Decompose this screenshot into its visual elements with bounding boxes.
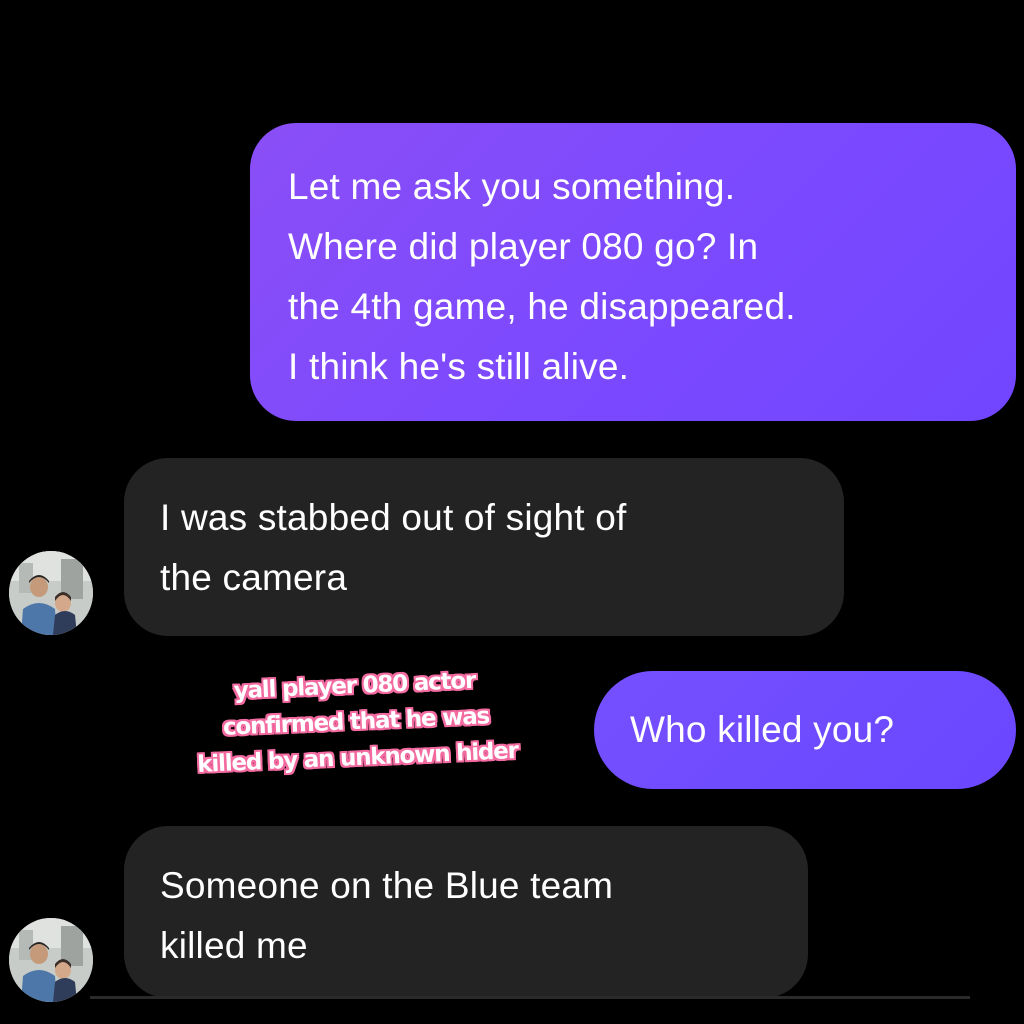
overlay-caption: yall player 080 actor confirmed that he … xyxy=(174,660,538,784)
chat-screen: Let me ask you something. Where did play… xyxy=(0,0,1024,1024)
sent-message-bubble[interactable]: Who killed you? xyxy=(594,671,1016,789)
received-message-bubble[interactable]: Someone on the Blue team killed me xyxy=(124,826,808,998)
sent-message-bubble[interactable]: Let me ask you something. Where did play… xyxy=(250,123,1016,421)
profile-photo-avatar-icon xyxy=(9,551,93,635)
contact-avatar[interactable] xyxy=(9,918,93,1002)
received-message-bubble[interactable]: I was stabbed out of sight of the camera xyxy=(124,458,844,636)
profile-photo-avatar-icon xyxy=(9,918,93,1002)
contact-avatar[interactable] xyxy=(9,551,93,635)
input-divider xyxy=(90,996,970,999)
